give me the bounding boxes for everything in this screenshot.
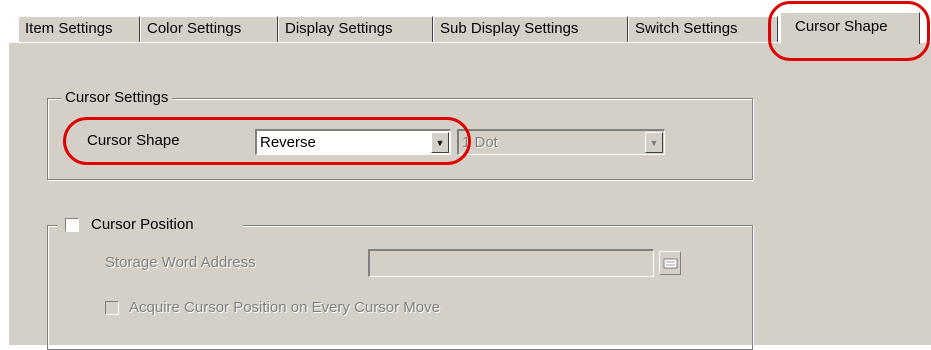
cursor-position-legend: Cursor Position: [91, 216, 194, 233]
cursor-settings-legend: Cursor Settings: [61, 89, 173, 106]
tab-label: Switch Settings: [635, 20, 738, 37]
dropdown-arrow-icon: ▼: [645, 132, 663, 153]
tab-label: Color Settings: [147, 20, 242, 37]
tab-sub-display-settings[interactable]: Sub Display Settings: [433, 16, 628, 42]
storage-word-address-label: Storage Word Address: [105, 254, 256, 271]
tab-item-settings[interactable]: Item Settings: [18, 16, 140, 42]
tab-label: Cursor Shape: [795, 18, 888, 35]
acquire-position-label: Acquire Cursor Position on Every Cursor …: [129, 299, 440, 316]
cursor-position-checkbox[interactable]: [65, 218, 79, 232]
dropdown-arrow-icon[interactable]: ▼: [431, 132, 449, 153]
cursor-shape-value: Reverse: [260, 134, 316, 151]
acquire-position-checkbox: [105, 301, 119, 315]
address-browse-button: [659, 251, 681, 275]
tab-switch-settings[interactable]: Switch Settings: [628, 16, 778, 42]
storage-word-address-input: [368, 249, 654, 277]
cursor-position-group: [47, 225, 753, 350]
tab-panel: Cursor Settings Cursor Shape Reverse ▼ 1…: [8, 42, 931, 350]
cursor-shape-label: Cursor Shape: [87, 132, 180, 149]
keypad-icon: [663, 258, 678, 269]
tab-cursor-shape[interactable]: Cursor Shape: [780, 12, 920, 44]
tab-label: Display Settings: [285, 20, 393, 37]
cursor-size-value: 1 Dot: [462, 134, 498, 151]
cursor-size-select: 1 Dot ▼: [457, 129, 665, 155]
tab-color-settings[interactable]: Color Settings: [140, 16, 278, 42]
tab-label: Item Settings: [25, 20, 113, 37]
tab-label: Sub Display Settings: [440, 20, 579, 37]
tab-display-settings[interactable]: Display Settings: [278, 16, 433, 42]
cursor-shape-select[interactable]: Reverse ▼: [255, 129, 451, 155]
